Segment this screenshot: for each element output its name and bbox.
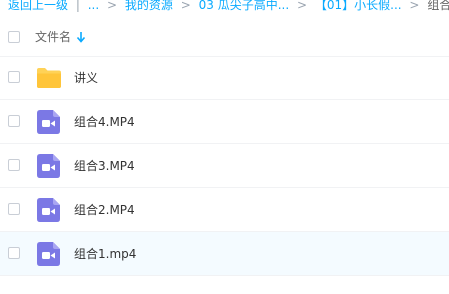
breadcrumb-separator: > [296,0,308,12]
list-item[interactable]: 组合2.MP4 [0,188,449,232]
row-checkbox[interactable] [8,159,20,171]
video-file-icon [37,242,60,266]
file-name[interactable]: 组合1.mp4 [74,246,136,262]
list-item[interactable]: 组合4.MP4 [0,100,449,144]
file-name[interactable]: 组合4.MP4 [74,114,135,130]
list-item[interactable]: 组合3.MP4 [0,144,449,188]
sort-arrow-down-icon[interactable] [76,31,86,43]
file-name[interactable]: 组合3.MP4 [74,158,135,174]
video-file-icon [37,154,60,178]
breadcrumb: 返回上一级 | ... > 我的资源 > 03 瓜尖子高中... > 【01】小… [0,0,449,13]
breadcrumb-separator: | [75,0,80,12]
folder-icon [37,68,61,88]
breadcrumb-item-current: 组合 [427,0,449,12]
row-checkbox[interactable] [8,71,20,83]
file-list: 讲义 组合4.MP4 组合3.MP4 组合2.MP4 组合1.mp4 [0,56,449,276]
select-all-checkbox[interactable] [8,31,20,43]
breadcrumb-item-folder-03[interactable]: 03 瓜尖子高中... [199,0,290,12]
row-checkbox[interactable] [8,247,20,259]
row-checkbox[interactable] [8,203,20,215]
file-name[interactable]: 组合2.MP4 [74,202,135,218]
breadcrumb-item-folder-01[interactable]: 【01】小长假... [315,0,402,12]
row-checkbox[interactable] [8,115,20,127]
video-file-icon [37,110,60,134]
list-header: 文件名 [0,18,449,57]
breadcrumb-ellipsis[interactable]: ... [88,0,99,12]
list-item[interactable]: 组合1.mp4 [0,232,449,276]
breadcrumb-back-link[interactable]: 返回上一级 [0,0,68,12]
file-name[interactable]: 讲义 [74,70,98,86]
breadcrumb-item-my-resources[interactable]: 我的资源 [125,0,173,12]
breadcrumb-separator: > [409,0,420,12]
breadcrumb-separator: > [180,0,191,12]
list-item[interactable]: 讲义 [0,56,449,100]
video-file-icon [37,198,60,222]
breadcrumb-separator: > [107,0,118,12]
column-header-filename[interactable]: 文件名 [35,29,71,45]
file-browser: 返回上一级 | ... > 我的资源 > 03 瓜尖子高中... > 【01】小… [0,0,449,294]
